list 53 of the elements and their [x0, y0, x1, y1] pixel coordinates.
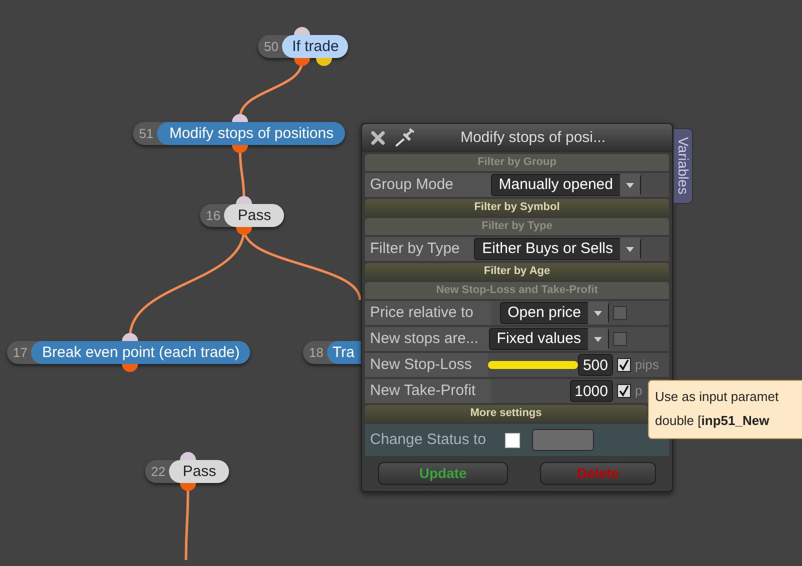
section-header[interactable]: More settings — [365, 405, 647, 422]
flow-node[interactable]: 17 Break even point (each trade) — [7, 341, 250, 364]
node-number: 51 — [138, 124, 154, 143]
flow-node[interactable]: 16 Pass — [200, 204, 284, 227]
dialog-title: Modify stops of posi... — [459, 128, 607, 148]
tooltip-text: double [inp51_New — [655, 412, 770, 430]
number-field[interactable]: 1000 — [570, 380, 613, 402]
input-port[interactable] — [294, 27, 310, 35]
unit-label: pips — [635, 356, 660, 374]
node-number: 18 — [308, 344, 324, 362]
status-field[interactable] — [532, 429, 594, 451]
dropdown[interactable]: Open price — [500, 302, 609, 324]
input-port[interactable] — [232, 114, 248, 122]
dropdown[interactable]: Either Buys or Sells — [474, 238, 641, 260]
node-label: Modify stops of positions — [157, 122, 346, 145]
node-number: 17 — [12, 344, 28, 362]
node-number: 22 — [150, 462, 166, 481]
update-button[interactable]: Update — [378, 462, 508, 485]
output-port[interactable] — [180, 483, 196, 491]
node-label: Break even point (each trade) — [31, 341, 250, 364]
node-label: Pass — [224, 204, 284, 227]
field-label: Change Status to — [370, 430, 486, 450]
node-number: 50 — [263, 38, 280, 56]
node-number: 16 — [205, 206, 222, 225]
input-port[interactable] — [180, 452, 196, 460]
node-label: Pass — [169, 460, 230, 483]
section-header[interactable]: Filter by Symbol — [365, 199, 669, 216]
field-label: Price relative to — [370, 302, 474, 323]
flow-node[interactable]: 22 Pass — [145, 460, 230, 483]
dropdown[interactable]: Fixed values — [488, 328, 609, 350]
node-label: If trade — [282, 35, 348, 58]
output-port[interactable] — [232, 145, 248, 153]
flow-node[interactable]: 50 If trade — [258, 35, 348, 58]
input-port[interactable] — [122, 333, 138, 341]
field-label: New Take-Profit — [370, 380, 476, 401]
checkbox[interactable] — [613, 306, 627, 320]
input-port[interactable] — [236, 196, 252, 204]
output-port[interactable] — [122, 364, 138, 372]
checkbox[interactable] — [613, 332, 627, 346]
section-header[interactable]: Filter by Age — [365, 263, 669, 280]
tooltip-text: Use as input paramet — [655, 388, 780, 406]
output-port[interactable] — [294, 58, 310, 66]
checkbox[interactable] — [617, 358, 631, 372]
field-label: Group Mode — [370, 174, 454, 195]
close-icon[interactable] — [370, 130, 386, 146]
variables-tab[interactable]: Variables — [673, 128, 693, 204]
checkbox[interactable] — [617, 384, 631, 398]
output-port[interactable] — [236, 227, 252, 235]
flow-node[interactable]: 51 Modify stops of positions — [133, 122, 346, 145]
field-label: Filter by Type — [370, 238, 460, 259]
dropdown[interactable]: Manually opened — [490, 174, 641, 196]
output-port[interactable] — [316, 58, 332, 66]
number-field[interactable]: 500 — [578, 354, 613, 376]
